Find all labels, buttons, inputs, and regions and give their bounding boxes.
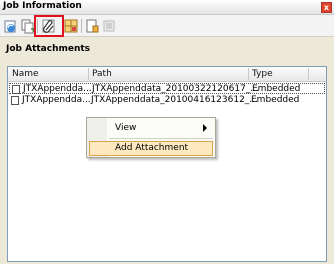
menu-separator (109, 138, 213, 139)
row-name: JTXAppendda... (23, 84, 92, 94)
close-icon: x (323, 3, 330, 12)
submenu-arrow-icon (203, 124, 207, 132)
table-row[interactable]: JTXAppendda... JTXAppenddata_20100322120… (9, 83, 325, 94)
row-type: Embedded (251, 95, 300, 105)
menu-item-view[interactable]: View (89, 121, 213, 136)
menu-item-label: View (115, 123, 137, 133)
disabled-button[interactable] (101, 18, 117, 34)
disabled-icon (103, 20, 115, 32)
sync-icon (4, 20, 16, 33)
file-icon (11, 96, 19, 105)
column-divider[interactable] (88, 68, 89, 80)
row-type: Embedded (252, 84, 301, 94)
toolbar (0, 15, 334, 37)
toolbar-highlight-box (34, 15, 64, 37)
sync-button[interactable] (3, 18, 19, 34)
page-icon (86, 19, 99, 33)
section-title: Job Attachments (6, 44, 91, 54)
row-path: JTXAppenddata_20100416123612_... (91, 95, 258, 105)
attachments-list[interactable]: Name Path Type JTXAppendda... JTXAppendd… (7, 66, 327, 262)
column-header-path[interactable]: Path (92, 69, 112, 79)
toolbar-separator (81, 19, 82, 33)
title-bar: Job Information x (0, 0, 334, 15)
column-divider[interactable] (248, 68, 249, 80)
context-menu: View Add Attachment (86, 117, 216, 158)
window-title: Job Information (3, 1, 82, 11)
row-path: JTXAppenddata_20100322120617_... (92, 84, 259, 94)
row-name: JTXAppendda... (22, 95, 91, 105)
grid-button[interactable] (63, 18, 79, 34)
close-button[interactable]: x (321, 2, 332, 13)
grid-icon (64, 19, 78, 33)
table-row[interactable]: JTXAppendda... JTXAppenddata_20100416123… (9, 95, 325, 106)
page-button[interactable] (84, 18, 100, 34)
menu-item-label: Add Attachment (115, 143, 189, 153)
column-header-type[interactable]: Type (252, 69, 273, 79)
column-divider[interactable] (308, 68, 309, 80)
menu-item-add-attachment[interactable]: Add Attachment (89, 141, 213, 156)
list-header: Name Path Type (8, 67, 326, 82)
file-icon (12, 85, 20, 94)
column-header-name[interactable]: Name (12, 69, 39, 79)
